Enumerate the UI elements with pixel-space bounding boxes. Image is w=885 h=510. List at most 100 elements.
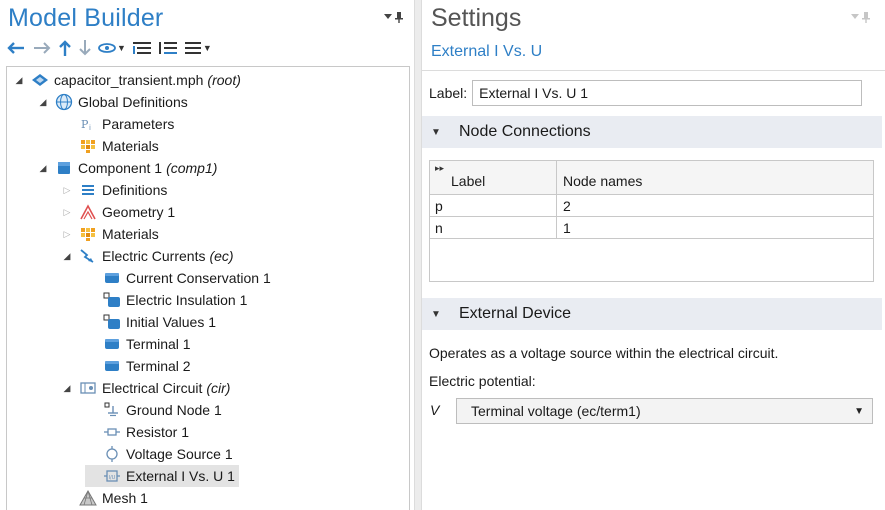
tree-node[interactable]: Ground Node 1 — [85, 399, 222, 421]
materials-icon — [79, 138, 97, 154]
tree-node-label: Electric Currents — [102, 248, 206, 264]
column-header-node-names[interactable]: Node names — [563, 173, 642, 189]
tree-node-label: Global Definitions — [78, 94, 188, 110]
section-title: Node Connections — [459, 123, 591, 140]
up-arrow-icon[interactable] — [58, 38, 72, 58]
tree-node-label: Resistor 1 — [126, 424, 190, 440]
tree-node[interactable]: I/U External I Vs. U 1 — [85, 465, 239, 487]
electric-currents-icon — [79, 248, 97, 264]
tree-node[interactable]: ◢ Electrical Circuit (cir) — [61, 377, 231, 399]
tree-node-label: capacitor_transient.mph — [54, 72, 204, 88]
panel-menu-icon[interactable] — [383, 11, 405, 26]
cell-node-name[interactable]: 2 — [563, 198, 571, 214]
tree-node-label: Geometry 1 — [102, 204, 176, 220]
tree-node[interactable]: Voltage Source 1 — [85, 443, 233, 465]
tree-node-tag: (root) — [207, 72, 241, 88]
forward-arrow-icon[interactable] — [32, 38, 52, 58]
collapse-sections-icon[interactable] — [158, 38, 178, 58]
tree-node[interactable]: Initial Values 1 — [85, 311, 216, 333]
chevron-down-icon: ▼ — [854, 405, 864, 417]
tree-node[interactable]: Resistor 1 — [85, 421, 189, 443]
tree-node[interactable]: ◢ Component 1 (comp1) — [37, 157, 218, 179]
tree-node-tag: (comp1) — [166, 160, 218, 176]
boundary-feature-icon — [103, 314, 121, 330]
list-view-icon[interactable]: ▼ — [184, 38, 212, 58]
settings-subtitle: External I Vs. U — [431, 43, 543, 60]
section-node-connections[interactable]: ▼ Node Connections — [422, 116, 882, 148]
domain-feature-icon — [103, 270, 121, 286]
collapsed-triangle-icon[interactable]: ▷ — [61, 185, 73, 196]
expanded-triangle-icon[interactable]: ◢ — [61, 251, 73, 262]
resistor-icon — [103, 424, 121, 440]
expand-columns-icon[interactable]: ▸▸ — [435, 163, 444, 174]
tree-node[interactable]: ▷ Definitions — [61, 179, 168, 201]
collapsed-triangle-icon[interactable]: ▷ — [61, 229, 73, 240]
globe-icon — [55, 93, 73, 111]
boundary-feature-icon — [103, 292, 121, 308]
tree-node[interactable]: Materials — [61, 135, 159, 157]
select-value: Terminal voltage (ec/term1) — [471, 403, 641, 419]
show-options-icon[interactable]: ▼ — [98, 38, 126, 58]
label-input[interactable] — [472, 80, 863, 106]
table-row[interactable]: n 1 — [430, 217, 873, 239]
electric-potential-label: Electric potential: — [429, 373, 536, 389]
expanded-triangle-icon[interactable]: ◢ — [61, 383, 73, 394]
settings-menu-icon[interactable] — [850, 11, 872, 26]
tree-node-label: Materials — [102, 138, 159, 154]
component-icon — [55, 160, 73, 176]
collapsed-triangle-icon[interactable]: ▷ — [61, 207, 73, 218]
external-device-description: Operates as a voltage source within the … — [429, 345, 779, 361]
cell-label: p — [435, 198, 443, 214]
tree-node-label: Electrical Circuit — [102, 380, 203, 396]
tree-node[interactable]: Mesh 1 — [61, 487, 148, 509]
settings-panel: Settings External I Vs. U Label: ▼ Node … — [422, 0, 885, 510]
label-row: Label: — [429, 80, 863, 106]
tree-node[interactable]: Current Conservation 1 — [85, 267, 271, 289]
model-builder-panel: Model Builder ▼ ▼ ◢ capacitor_transient.… — [0, 0, 414, 510]
expanded-triangle-icon[interactable]: ◢ — [37, 163, 49, 174]
tree-node-label: Voltage Source 1 — [126, 446, 233, 462]
tree-node[interactable]: ▷ Geometry 1 — [61, 201, 176, 223]
down-arrow-icon[interactable] — [78, 38, 92, 58]
domain-feature-icon — [103, 336, 121, 352]
cell-node-name[interactable]: 1 — [563, 220, 571, 236]
back-arrow-icon[interactable] — [6, 38, 26, 58]
expanded-triangle-icon[interactable]: ◢ — [37, 97, 49, 108]
tree-node-label: Component 1 — [78, 160, 163, 176]
tree-node-label: Electric Insulation 1 — [126, 292, 248, 308]
voltage-source-icon — [103, 446, 121, 462]
tree-node[interactable]: Electric Insulation 1 — [85, 289, 247, 311]
tree-node-tag: (ec) — [209, 248, 234, 264]
tree-node[interactable]: Pi Parameters — [61, 113, 174, 135]
tree-node-label: Materials — [102, 226, 159, 242]
electrical-circuit-icon — [79, 380, 97, 396]
node-connections-table: ▸▸ Label Node names p 2 n 1 — [429, 160, 874, 282]
expand-sections-icon[interactable] — [132, 38, 152, 58]
model-builder-title: Model Builder — [8, 4, 164, 32]
model-builder-toolbar: ▼ ▼ — [6, 37, 218, 59]
tree-node[interactable]: Terminal 2 — [85, 355, 191, 377]
tree-node[interactable]: ◢ Electric Currents (ec) — [61, 245, 234, 267]
tree-node-label: Mesh 1 — [102, 490, 148, 506]
tree-node[interactable]: ◢ Global Definitions — [37, 91, 188, 113]
parameters-icon: Pi — [79, 116, 97, 132]
tree-node-label: Terminal 1 — [126, 336, 191, 352]
tree-node[interactable]: ◢ capacitor_transient.mph (root) — [13, 69, 241, 91]
tree-node-label: Definitions — [102, 182, 168, 198]
external-iu-icon: I/U — [103, 468, 121, 484]
mesh-icon — [79, 490, 97, 506]
tree-node-tag: (cir) — [206, 380, 231, 396]
collapse-triangle-icon: ▼ — [431, 308, 441, 320]
label-key: Label: — [429, 85, 468, 101]
electric-potential-select[interactable]: Terminal voltage (ec/term1) ▼ — [456, 398, 873, 424]
tree-node-label: External I Vs. U 1 — [126, 468, 235, 484]
panel-splitter[interactable] — [414, 0, 422, 510]
expanded-triangle-icon[interactable]: ◢ — [13, 75, 25, 86]
materials-icon — [79, 226, 97, 242]
tree-node[interactable]: ▷ Materials — [61, 223, 159, 245]
column-header-label[interactable]: Label — [451, 173, 485, 189]
section-external-device[interactable]: ▼ External Device — [422, 298, 882, 330]
root-model-icon — [31, 72, 49, 88]
tree-node[interactable]: Terminal 1 — [85, 333, 191, 355]
table-row[interactable]: p 2 — [430, 195, 873, 217]
